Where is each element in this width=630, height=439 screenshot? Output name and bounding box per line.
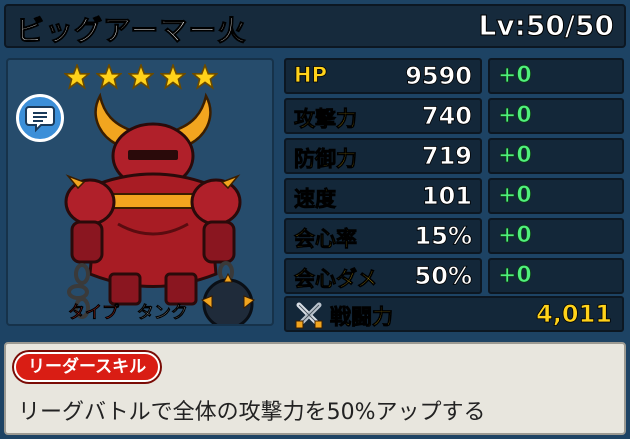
battle-power-value: 4,011: [536, 300, 613, 329]
battle-power-row: 戦闘力 4,011: [284, 296, 624, 332]
stat-label: 攻撃力: [294, 107, 358, 132]
stat-row-defense: 防御力 719: [284, 138, 482, 174]
bonus-value: +0: [498, 223, 533, 249]
level-indicator: Lv:50/50: [478, 9, 614, 43]
crossed-swords-icon: [295, 302, 323, 329]
stat-value: 15%: [414, 222, 472, 251]
stat-label: 会心ダメ: [294, 267, 378, 292]
title-bar: ビッグアーマー火 Lv:50/50: [4, 4, 626, 48]
stat-row-hp: HP 9590: [284, 58, 482, 94]
stat-row-attack: 攻撃力 740: [284, 98, 482, 134]
stat-label: 会心率: [294, 227, 358, 252]
stat-row-speed: 速度 101: [284, 178, 482, 214]
stat-value: 740: [421, 102, 472, 131]
stat-value: 719: [421, 142, 472, 171]
leader-skill-description: リーグバトルで全体の攻撃力を50%アップする: [18, 400, 486, 425]
stat-bonus-hp: +0: [488, 58, 624, 94]
type-info: タイプ タンク: [68, 298, 189, 324]
stat-label: 防御力: [294, 147, 358, 172]
stat-label: 速度: [294, 187, 337, 212]
stat-row-crit-rate: 会心率 15%: [284, 218, 482, 254]
battle-power-label: 戦闘力: [330, 305, 394, 330]
stat-bonus-crit-damage: +0: [488, 258, 624, 294]
big-armor-monster-image: [64, 92, 255, 324]
leader-skill-badge: リーダースキル: [14, 352, 161, 382]
character-name: ビッグアーマー火: [15, 14, 247, 48]
bonus-value: +0: [498, 263, 533, 289]
stat-row-crit-damage: 会心ダメ 50%: [284, 258, 482, 294]
bonus-value: +0: [498, 183, 533, 209]
stat-label: HP: [294, 63, 328, 88]
stat-bonus-defense: +0: [488, 138, 624, 174]
stat-value: 9590: [405, 62, 473, 91]
type-value: タンク: [136, 303, 189, 324]
stat-bonus-speed: +0: [488, 178, 624, 214]
stat-value: 50%: [414, 262, 472, 291]
bonus-value: +0: [498, 63, 533, 89]
stat-value: 101: [421, 182, 472, 211]
leader-skill-panel: リーダースキル リーグバトルで全体の攻撃力を50%アップする: [4, 342, 626, 435]
bonus-value: +0: [498, 143, 533, 169]
stat-bonus-attack: +0: [488, 98, 624, 134]
type-label: タイプ: [68, 303, 120, 324]
character-portrait-panel: タイプ タンク: [6, 58, 274, 326]
stat-bonus-crit-rate: +0: [488, 218, 624, 254]
bonus-value: +0: [498, 103, 533, 129]
